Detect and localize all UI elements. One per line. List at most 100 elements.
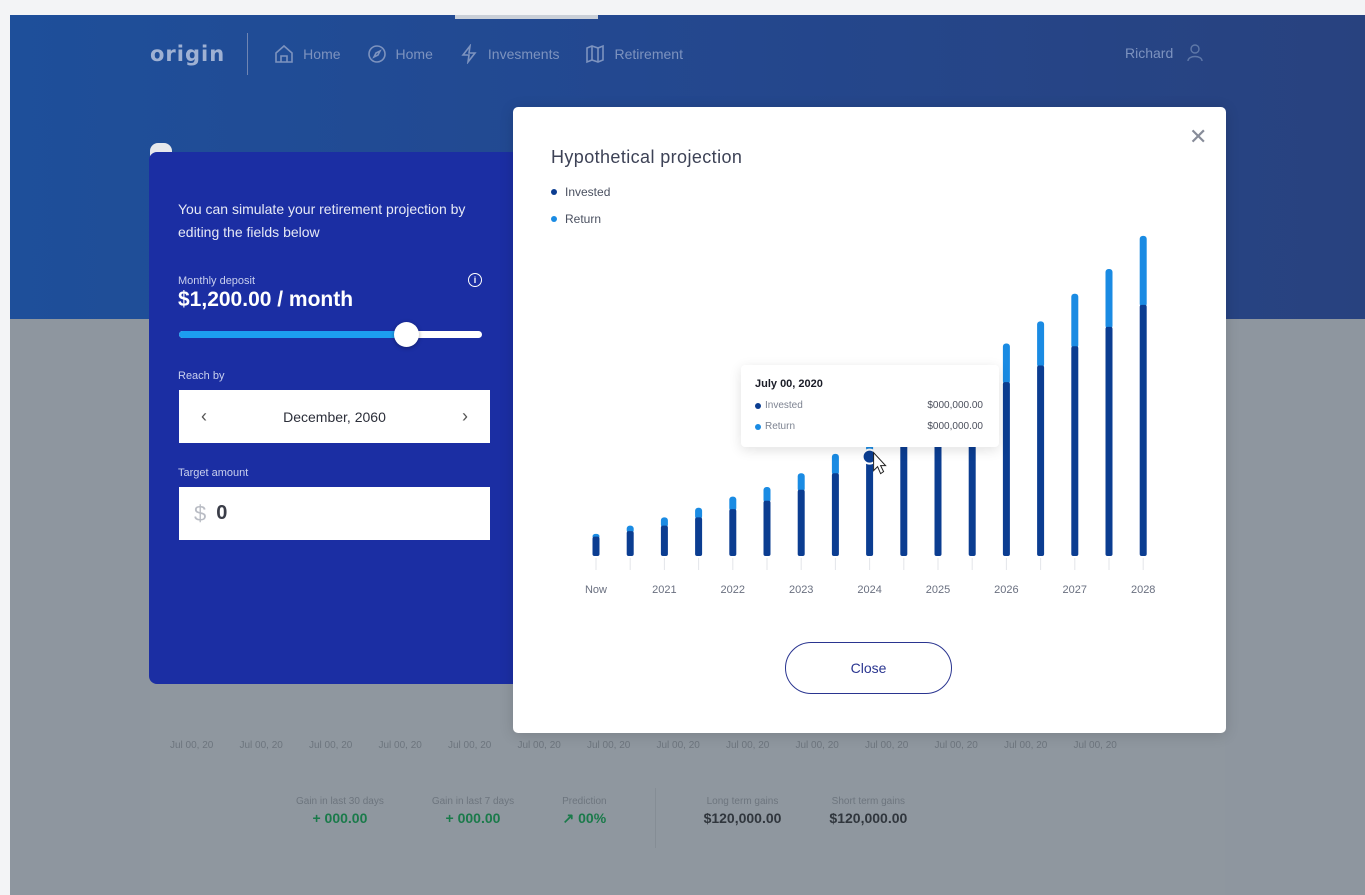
nav-item-home-explore[interactable]: Home <box>367 44 433 64</box>
nav-item-home[interactable]: Home <box>274 44 341 64</box>
active-tab-indicator <box>455 15 598 19</box>
bar-return <box>729 496 737 512</box>
date-label: Jul 00, 20 <box>517 740 561 751</box>
simulator-intro: You can simulate your retirement project… <box>178 201 466 240</box>
projection-modal: Hypothetical projection ✕ Invested Retur… <box>513 107 1226 733</box>
tooltip-label: Invested <box>765 400 803 411</box>
simulator-panel: You can simulate your retirement project… <box>149 152 529 684</box>
x-tick-label: 2022 <box>721 584 745 596</box>
bar-invested <box>1071 346 1079 556</box>
stat-label: Long term gains <box>706 796 779 807</box>
x-tick-label: 2023 <box>789 584 813 596</box>
stat-item: Gain in last 30 days + 000.00 <box>296 796 384 848</box>
target-amount-value: 0 <box>216 502 228 524</box>
tooltip-dot <box>755 402 761 409</box>
x-tick-label: 2028 <box>1131 584 1155 596</box>
x-tick-label: 2027 <box>1063 584 1087 596</box>
nav-item-label: Retirement <box>614 46 683 62</box>
home-icon <box>275 44 293 63</box>
bar-invested <box>866 456 874 556</box>
date-label: Jul 00, 20 <box>865 740 909 751</box>
bar-invested <box>695 517 703 556</box>
target-amount-label: Target amount <box>178 467 249 479</box>
target-amount-field[interactable]: $ 0 <box>179 487 490 540</box>
x-tick-label: 2025 <box>926 584 950 596</box>
x-tick-label: 2026 <box>994 584 1018 596</box>
bar-invested <box>797 489 805 556</box>
nav-item-label: Invesments <box>487 46 560 62</box>
chart-tooltip: July 00, 2020 Invested $000,000.00 Retur… <box>741 365 999 447</box>
stat-label: Gain in last 7 days <box>431 796 515 807</box>
nav-item-label: Home <box>395 46 433 62</box>
bar-invested <box>1139 304 1147 556</box>
map-icon <box>586 44 605 64</box>
tooltip-key: Invested <box>755 400 803 411</box>
bar-invested <box>729 509 737 556</box>
stats-row: Gain in last 30 days + 000.00 Gain in last… <box>296 788 955 848</box>
bar-invested <box>1037 365 1045 556</box>
stat-value: ↗ 00% <box>562 810 607 826</box>
stat-item: Long term gains $120,000.00 <box>704 796 782 848</box>
nav-divider <box>247 33 249 75</box>
date-label: Jul 00, 20 <box>309 740 353 751</box>
x-tick-label: 2024 <box>857 584 881 596</box>
bar-invested <box>592 536 600 556</box>
currency-symbol: $ <box>194 500 207 526</box>
bar-invested <box>660 525 668 556</box>
x-tick-label: Now <box>585 584 607 596</box>
bar-invested <box>626 531 634 556</box>
tooltip-row-return: Return $000,000.00 <box>755 421 983 432</box>
slider-thumb[interactable] <box>394 322 420 347</box>
nav-item-retirement[interactable]: Retirement <box>585 44 683 64</box>
deposit-label: Monthly deposit <box>178 275 256 287</box>
bar-invested <box>1002 382 1010 556</box>
stats-divider <box>654 788 656 848</box>
bar-return <box>831 453 839 476</box>
compass-icon <box>367 45 386 63</box>
bar-return <box>763 487 771 503</box>
tooltip-key: Return <box>755 421 795 432</box>
stat-value: + 000.00 <box>445 810 501 826</box>
bar-return <box>1139 235 1147 307</box>
stat-label: Short term gains <box>831 796 906 807</box>
chevron-left-icon[interactable]: ‹ <box>201 406 207 427</box>
user-menu[interactable]: Richard <box>1125 44 1203 62</box>
logo[interactable]: origin <box>150 42 225 66</box>
deposit-slider[interactable] <box>179 322 482 347</box>
stat-value: $120,000.00 <box>829 810 908 826</box>
tooltip-label: Return <box>765 421 796 432</box>
bar-return <box>1105 268 1113 329</box>
bar-return <box>1071 293 1079 349</box>
nav-item-label: Home <box>303 46 341 62</box>
stat-item: Prediction ↗ 00% <box>562 796 606 848</box>
date-label: Jul 00, 20 <box>239 740 283 751</box>
lightning-icon <box>461 44 477 64</box>
date-label: Jul 00, 20 <box>170 740 214 751</box>
date-label: Jul 00, 20 <box>1004 740 1048 751</box>
bar-return <box>1037 321 1045 368</box>
reach-by-value: December, 2060 <box>283 408 386 425</box>
date-label: Jul 00, 20 <box>656 740 700 751</box>
slider-fill <box>179 331 407 338</box>
date-label: Jul 00, 20 <box>795 740 839 751</box>
user-icon <box>1187 44 1203 62</box>
stat-label: Prediction <box>562 796 607 807</box>
stat-item: Short term gains $120,000.00 <box>829 796 907 848</box>
date-label: Jul 00, 20 <box>726 740 770 751</box>
date-label: Jul 00, 20 <box>1073 740 1117 751</box>
stat-label: Gain in last 30 days <box>296 796 384 807</box>
user-name: Richard <box>1125 45 1174 61</box>
info-icon[interactable]: i <box>468 273 482 287</box>
bar-return <box>1002 343 1010 385</box>
chevron-right-icon[interactable]: › <box>462 406 468 427</box>
stat-value: + 000.00 <box>312 810 368 826</box>
date-label: Jul 00, 20 <box>448 740 492 751</box>
nav-item-investments[interactable]: Invesments <box>459 44 560 64</box>
close-button[interactable]: Close <box>785 642 952 694</box>
bar-invested <box>1105 326 1113 556</box>
tooltip-value: $000,000.00 <box>927 400 983 411</box>
pointer-cursor-icon <box>873 451 887 475</box>
top-nav: origin Home Home Invesments Retirement <box>150 33 709 75</box>
bar-invested <box>900 442 908 556</box>
deposit-value: $1,200.00 / month <box>178 288 354 311</box>
